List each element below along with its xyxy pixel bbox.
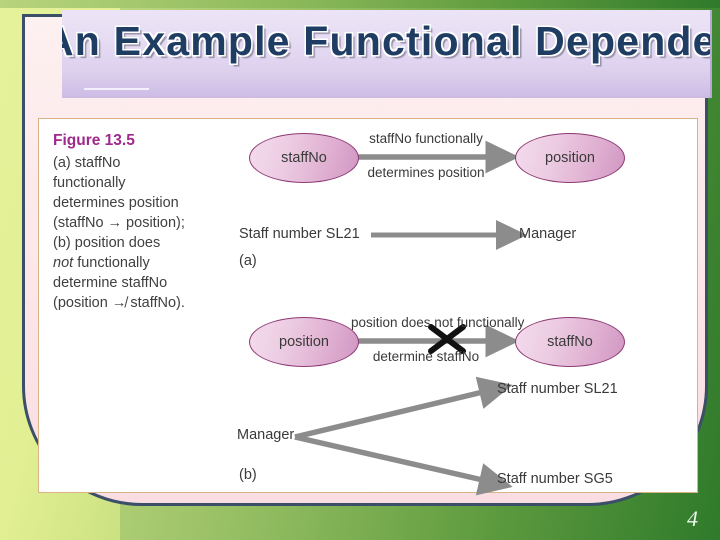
arrow-a-caption-bottom: determines position — [367, 165, 485, 180]
figure-caption-line-italic: not functionally — [53, 255, 150, 271]
figure-caption: Figure 13.5 (a) staffNo functionally det… — [53, 131, 235, 313]
arrow-b-instance-2 — [294, 434, 513, 496]
page-number: 4 — [687, 506, 698, 531]
page-title: An Example Functional Dependency — [62, 18, 712, 64]
part-label-b: (b) — [239, 467, 257, 483]
node-b-source: position — [249, 317, 359, 367]
node-b-target: staffNo — [515, 317, 625, 367]
arrow-a-caption-top: staffNo functionally — [369, 131, 483, 146]
figure-caption-line: determine staffNo — [53, 275, 168, 291]
label-a-instance-source: Staff number SL21 — [239, 226, 360, 242]
part-label-a: (a) — [239, 253, 257, 269]
arrow-b-caption-top: position does not functionally — [351, 315, 525, 330]
label-a-instance-target: Manager — [519, 226, 577, 242]
arrow-b-caption-bottom: determine staffNo — [372, 349, 480, 364]
label-b-instance-target-2: Staff number SG5 — [497, 471, 613, 487]
figure-caption-line: functionally — [53, 175, 126, 191]
slide-title-bar: An Example Functional Dependency — [62, 10, 712, 98]
figure-caption-line: (a) staffNo — [53, 155, 121, 171]
label-b-instance-source: Manager — [237, 427, 295, 443]
caption-italic-word: not — [53, 255, 74, 271]
figure-container: Figure 13.5 (a) staffNo functionally det… — [38, 118, 698, 496]
figure-caption-line: determines position — [53, 195, 179, 211]
arrow-b-instance-1 — [294, 376, 513, 440]
label-b-instance-target-1: Staff number SL21 — [497, 381, 618, 397]
figure-diagram-area: staffNo staffNo functionally determines … — [235, 119, 697, 496]
node-a-source: staffNo — [249, 133, 359, 183]
figure-caption-line: (b) position does — [53, 235, 161, 251]
figure-caption-title: Figure 13.5 — [53, 132, 135, 149]
top-border-strip — [0, 0, 720, 8]
figure-caption-line: (position ↛ staffNo). — [53, 295, 185, 311]
figure-caption-line: (staffNo → position); — [53, 215, 185, 231]
title-underline-accent — [84, 88, 149, 90]
node-a-target: position — [515, 133, 625, 183]
slide: An Example Functional Dependency Figure … — [0, 0, 720, 540]
